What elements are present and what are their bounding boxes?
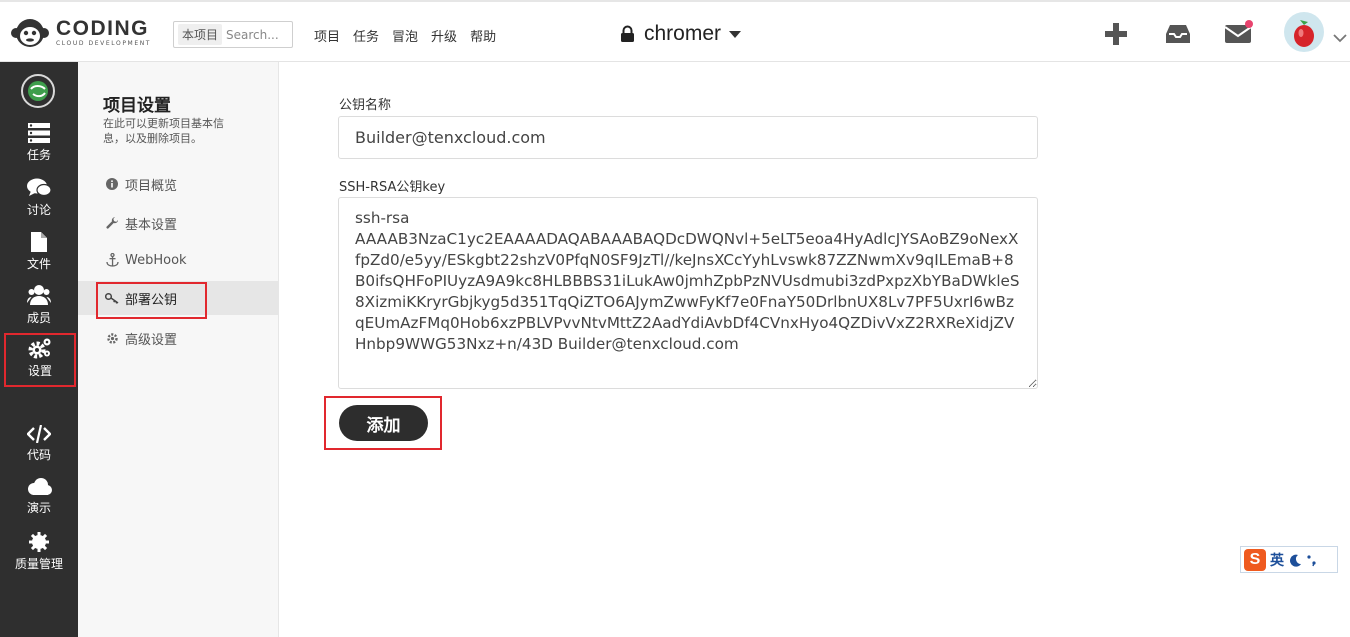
settings-item-label: 基本设置 [125,217,178,233]
tasks-icon [28,123,50,143]
comments-icon [27,178,51,197]
sidebar-label: 任务 [26,148,51,162]
sogou-logo-icon: S [1244,548,1266,571]
sidebar-item-quality[interactable]: 质量管理 [0,532,78,582]
inbox-icon[interactable] [1166,24,1190,48]
sidebar-label: 讨论 [26,203,51,217]
sidebar-label: 代码 [26,448,51,462]
key-name-label: 公钥名称 [339,98,392,113]
highlight-box [324,396,442,450]
settings-subnav: 项目设置 在此可以更新项目基本信息，以及删除项目。 项目概览 基本设置 WebH… [78,62,279,637]
sidebar-item-files[interactable]: 文件 [0,232,78,282]
plus-icon[interactable] [1105,23,1127,49]
top-nav: 项目 任务 冒泡 升级 帮助 [314,26,496,45]
file-icon [31,232,47,252]
sidebar-label: 文件 [26,257,51,271]
cloud-icon [28,478,52,495]
nav-tasks[interactable]: 任务 [353,26,379,45]
deploy-key-form: 公钥名称 SSH-RSA公钥key ssh-rsa AAAAB3NzaC1yc2… [279,62,1350,637]
logo-title: CODING [56,16,149,40]
settings-item-basic[interactable]: 基本设置 [78,206,278,240]
sidebar-item-tasks[interactable]: 任务 [0,123,78,173]
gears-icon [28,338,51,359]
wrench-icon [105,216,119,230]
nav-projects[interactable]: 项目 [314,26,340,45]
left-sidebar: 任务 讨论 文件 成员 设置 代码 演示 质量管理 [0,62,78,637]
key-content-label: SSH-RSA公钥key [339,180,446,195]
coding-logo[interactable]: CODING CLOUD DEVELOPMENT [10,17,151,49]
avatar[interactable] [1284,12,1324,52]
settings-title: 项目设置 [103,96,171,116]
sidebar-label: 质量管理 [14,557,63,571]
nav-bubbles[interactable]: 冒泡 [392,26,418,45]
code-icon [27,425,51,443]
sidebar-item-members[interactable]: 成员 [0,284,78,334]
anchor-icon [105,253,119,267]
sidebar-label: 成员 [26,311,51,325]
nav-help[interactable]: 帮助 [470,26,496,45]
sidebar-item-demo[interactable]: 演示 [0,478,78,528]
sidebar-label: 设置 [27,364,52,378]
nav-upgrade[interactable]: 升级 [431,26,457,45]
users-icon [27,285,51,305]
project-switcher[interactable]: chromer [620,22,742,46]
logo-subtitle: CLOUD DEVELOPMENT [56,39,152,47]
settings-description: 在此可以更新项目基本信息，以及删除项目。 [103,117,224,145]
caret-down-icon [729,30,742,38]
top-bar: CODING CLOUD DEVELOPMENT 本项目 项目 任务 冒泡 升级… [0,0,1350,62]
cog-icon [105,332,119,345]
key-name-input[interactable] [338,116,1038,159]
lock-icon [621,25,634,42]
key-content-textarea[interactable]: ssh-rsa AAAAB3NzaC1yc2EAAAADAQABAAABAQDc… [338,197,1038,389]
ime-toolbar[interactable]: S 英 [1240,546,1338,573]
settings-item-advanced[interactable]: 高级设置 [78,321,278,355]
settings-item-label: 高级设置 [125,332,178,348]
monkey-logo-icon [10,17,50,49]
settings-item-label: 项目概览 [125,178,178,194]
project-name: chromer [644,22,722,45]
gear-badge-icon [29,532,49,552]
sidebar-item-code[interactable]: 代码 [0,425,78,475]
sidebar-item-settings[interactable]: 设置 [4,333,76,387]
settings-item-webhook[interactable]: WebHook [78,243,278,277]
mail-icon[interactable] [1224,19,1254,49]
search-box[interactable]: 本项目 [173,21,293,48]
settings-item-overview[interactable]: 项目概览 [78,167,278,201]
highlight-box [96,282,207,319]
search-scope-badge[interactable]: 本项目 [178,24,223,45]
moon-icon[interactable] [1288,553,1302,567]
search-input[interactable] [226,27,289,42]
settings-item-label: WebHook [125,252,187,268]
sidebar-item-discussion[interactable]: 讨论 [0,178,78,228]
project-avatar-icon[interactable] [21,74,55,108]
chevron-down-icon[interactable] [1333,28,1347,47]
info-icon [105,178,119,190]
sidebar-label: 演示 [26,501,51,515]
punctuation-icon[interactable] [1306,553,1318,567]
ime-mode-label[interactable]: 英 [1270,550,1284,570]
